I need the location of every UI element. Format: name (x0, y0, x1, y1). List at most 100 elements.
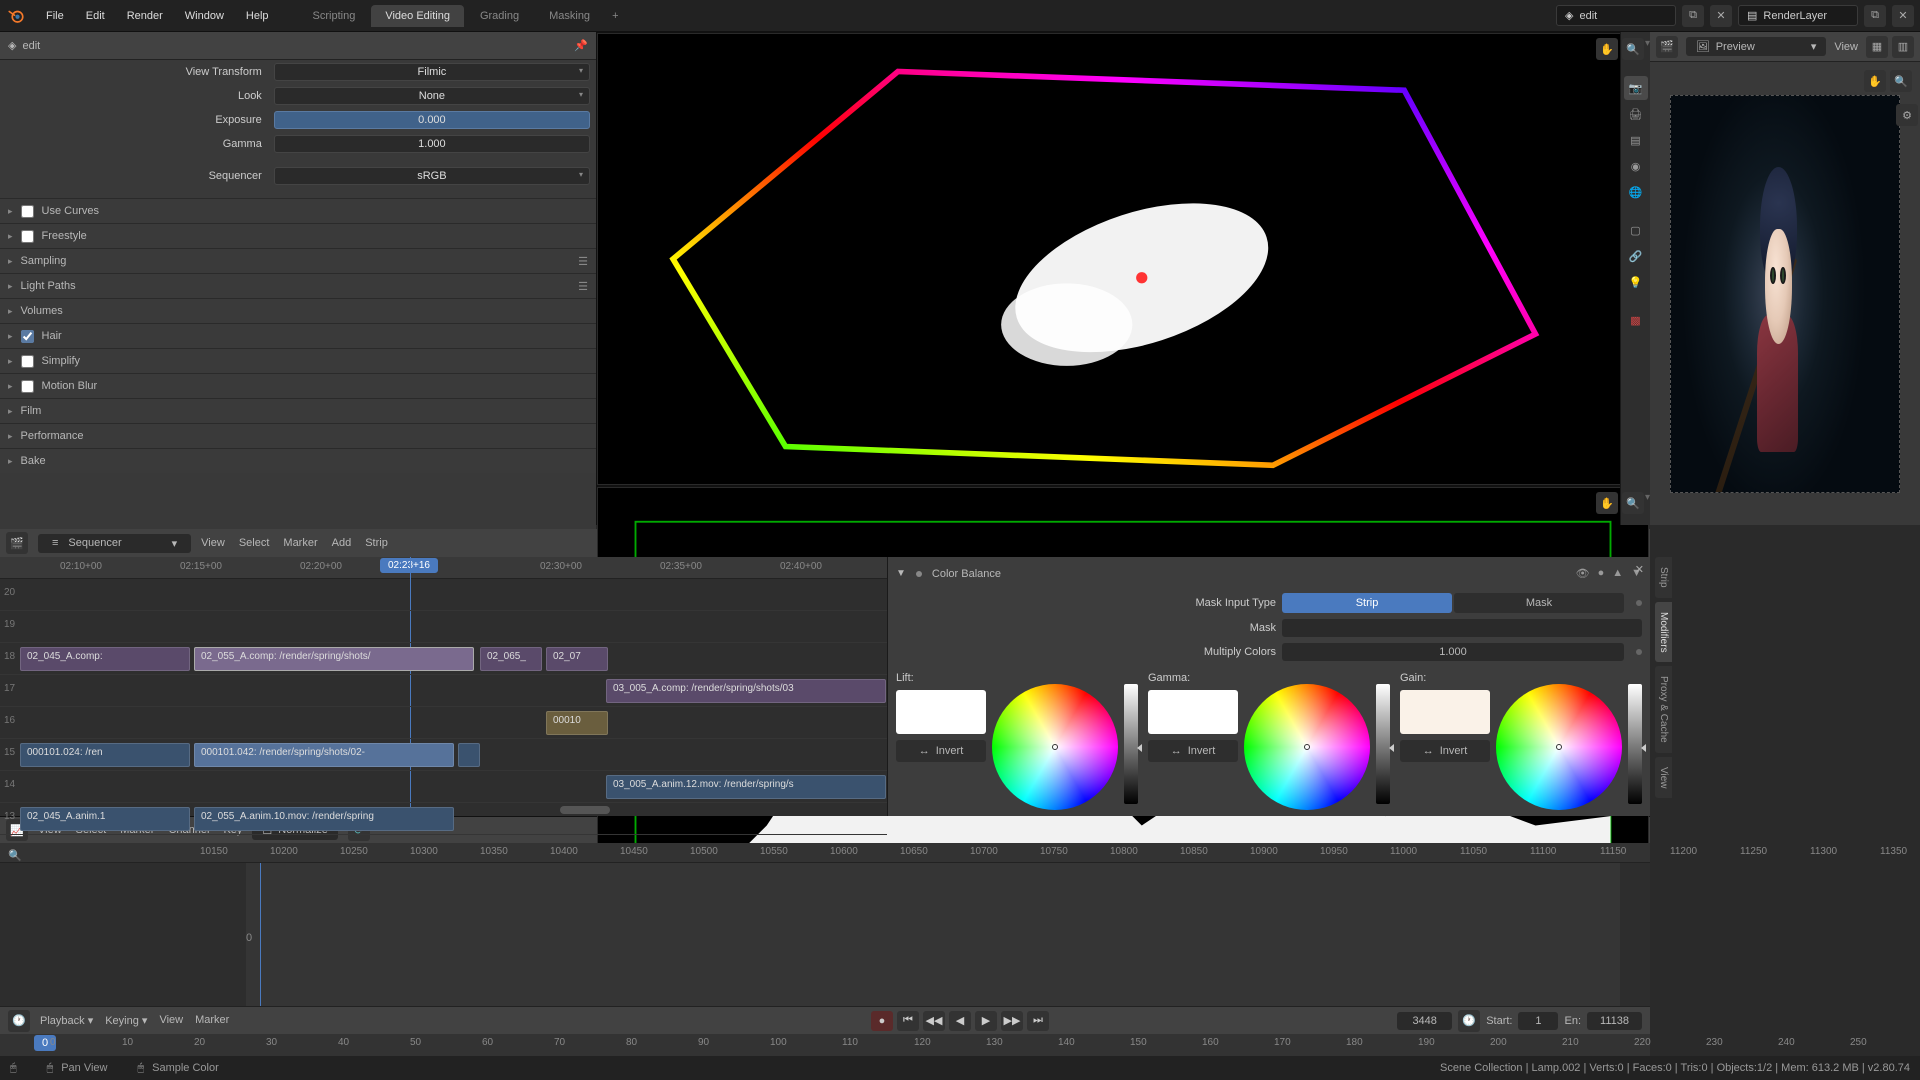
sequence-strip[interactable]: 03_005_A.comp: /render/spring/shots/03 (606, 679, 886, 703)
color-swatch[interactable] (896, 690, 986, 734)
move-up-icon[interactable]: ▲ (1612, 567, 1623, 580)
menu-view[interactable]: View (1834, 41, 1858, 53)
tab-scene-icon[interactable]: ◉ (1624, 154, 1648, 178)
editor-type-icon[interactable]: 🕐 (8, 1010, 30, 1032)
sequencer-cs-dropdown[interactable]: sRGB (274, 167, 590, 185)
tool-settings-icon[interactable]: ⚙ (1896, 104, 1918, 126)
visibility-icon[interactable]: 👁 (1576, 567, 1590, 580)
menu-add[interactable]: Add (332, 537, 352, 549)
panel-simplify[interactable]: ▸Simplify (0, 349, 596, 373)
tab-data-icon[interactable]: 💡 (1624, 270, 1648, 294)
jump-end-icon[interactable]: ⏭ (1027, 1011, 1049, 1031)
sidetab-strip[interactable]: Strip (1655, 557, 1672, 598)
panel-performance[interactable]: ▸Performance (0, 424, 596, 448)
sequence-strip[interactable]: 02_045_A.comp: (20, 647, 190, 671)
scene-copy-icon[interactable]: ⧉ (1682, 5, 1704, 27)
playhead-time-tag[interactable]: 02:23+16 (380, 558, 438, 573)
color-wheel[interactable] (1496, 684, 1622, 810)
invert-button[interactable]: ↔Invert (1148, 740, 1238, 762)
close-icon[interactable]: ✕ (1635, 563, 1644, 576)
panel-freestyle[interactable]: ▸Freestyle (0, 224, 596, 248)
tab-masking[interactable]: Masking (535, 5, 604, 27)
look-dropdown[interactable]: None (274, 87, 590, 105)
layer-delete-icon[interactable]: ✕ (1892, 5, 1914, 27)
gamma-field[interactable]: 1.000 (274, 135, 590, 153)
scene-selector[interactable]: ◈edit (1556, 5, 1676, 26)
tab-constraint-icon[interactable]: 🔗 (1624, 244, 1648, 268)
menu-edit[interactable]: Edit (76, 5, 115, 27)
panel-checkbox[interactable] (21, 205, 34, 218)
sequence-strip[interactable]: 03_005_A.anim.12.mov: /render/spring/s (606, 775, 886, 799)
display-mode-selector[interactable]: 🖼Preview▾ (1686, 37, 1827, 56)
panel-use-curves[interactable]: ▸Use Curves (0, 199, 596, 223)
tab-world-icon[interactable]: 🌐 (1624, 180, 1648, 204)
pan-icon[interactable]: ✋ (1596, 492, 1618, 514)
sequence-strip[interactable]: 02_065_ (480, 647, 542, 671)
panel-checkbox[interactable] (21, 380, 34, 393)
color-wheel[interactable] (992, 684, 1118, 810)
sidetab-proxy-cache[interactable]: Proxy & Cache (1655, 666, 1672, 753)
tab-texture-icon[interactable]: ▩ (1624, 308, 1648, 332)
menu-file[interactable]: File (36, 5, 74, 27)
layer-selector[interactable]: ▤RenderLayer (1738, 5, 1858, 26)
timeline-ruler[interactable]: 0 01020304050607080901001101201301401501… (0, 1034, 1650, 1056)
panel-options-icon[interactable]: ☰ (578, 280, 588, 293)
next-key-icon[interactable]: ▶▶ (1001, 1011, 1023, 1031)
sidetab-modifiers[interactable]: Modifiers (1655, 602, 1672, 663)
value-slider[interactable] (1628, 684, 1642, 804)
color-wheel[interactable] (1244, 684, 1370, 810)
panel-hair[interactable]: ▸Hair (0, 324, 596, 348)
tab-scripting[interactable]: Scripting (299, 5, 370, 27)
tab-output-icon[interactable]: 🖨 (1624, 102, 1648, 126)
sequence-strip[interactable]: 02_055_A.anim.10.mov: /render/spring (194, 807, 454, 831)
auto-key-toggle[interactable]: ● (871, 1011, 893, 1031)
panel-sampling[interactable]: ▸Sampling☰ (0, 249, 596, 273)
mask-type-strip[interactable]: Strip (1282, 593, 1452, 613)
sequencer-timeline[interactable]: 02:23+16 02:10+0002:15+0002:20+0002:30+0… (0, 557, 888, 816)
sequence-strip[interactable] (458, 743, 480, 767)
horizontal-scrollbar[interactable] (560, 806, 610, 814)
sequence-strip[interactable]: 02_045_A.anim.1 (20, 807, 190, 831)
zoom-icon[interactable]: 🔍 (1622, 492, 1644, 514)
prev-key-icon[interactable]: ◀◀ (923, 1011, 945, 1031)
overlay-icon[interactable]: ▥ (1892, 36, 1914, 58)
mute-icon[interactable]: ● (1598, 567, 1605, 580)
tab-render-icon[interactable]: 📷 (1624, 76, 1648, 100)
menu-playback-[interactable]: Playback ▾ (40, 1014, 93, 1027)
panel-checkbox[interactable] (21, 230, 34, 243)
menu-keying-[interactable]: Keying ▾ (105, 1014, 147, 1027)
menu-strip[interactable]: Strip (365, 537, 388, 549)
panel-film[interactable]: ▸Film (0, 399, 596, 423)
pan-icon[interactable]: ✋ (1864, 70, 1886, 92)
jump-start-icon[interactable]: ⏮ (897, 1011, 919, 1031)
menu-view[interactable]: View (201, 537, 225, 549)
invert-button[interactable]: ↔Invert (896, 740, 986, 762)
editor-type-icon[interactable]: 🎬 (6, 532, 28, 554)
color-swatch[interactable] (1400, 690, 1490, 734)
tab-object-icon[interactable]: ▢ (1624, 218, 1648, 242)
zoom-icon[interactable]: 🔍 (1622, 38, 1644, 60)
collapse-icon[interactable]: ▾ (1645, 38, 1650, 49)
mask-type-mask[interactable]: Mask (1454, 593, 1624, 613)
sequence-strip[interactable]: 000101.042: /render/spring/shots/02- (194, 743, 454, 767)
view-transform-dropdown[interactable]: Filmic (274, 63, 590, 81)
invert-button[interactable]: ↔Invert (1400, 740, 1490, 762)
menu-marker[interactable]: Marker (283, 537, 317, 549)
channels-icon[interactable]: ▦ (1866, 36, 1888, 58)
sequence-strip[interactable]: 02_07 (546, 647, 608, 671)
tab-viewlayer-icon[interactable]: ▤ (1624, 128, 1648, 152)
multiply-colors-field[interactable]: 1.000 (1282, 643, 1624, 661)
pan-icon[interactable]: ✋ (1596, 38, 1618, 60)
sequence-strip[interactable]: 00010 (546, 711, 608, 735)
panel-options-icon[interactable]: ☰ (578, 255, 588, 268)
vectorscope[interactable]: ▾ ✋ 🔍 (597, 33, 1649, 485)
pin-icon[interactable]: 📌 (574, 39, 588, 52)
sequence-strip[interactable]: 02_055_A.comp: /render/spring/shots/ (194, 647, 474, 671)
menu-view[interactable]: View (159, 1014, 183, 1027)
panel-checkbox[interactable] (21, 355, 34, 368)
panel-motion-blur[interactable]: ▸Motion Blur (0, 374, 596, 398)
sequencer-mode-selector[interactable]: ≡Sequencer▾ (38, 534, 191, 553)
panel-light-paths[interactable]: ▸Light Paths☰ (0, 274, 596, 298)
clock-icon[interactable]: 🕐 (1458, 1010, 1480, 1032)
add-workspace-button[interactable]: + (604, 6, 626, 26)
